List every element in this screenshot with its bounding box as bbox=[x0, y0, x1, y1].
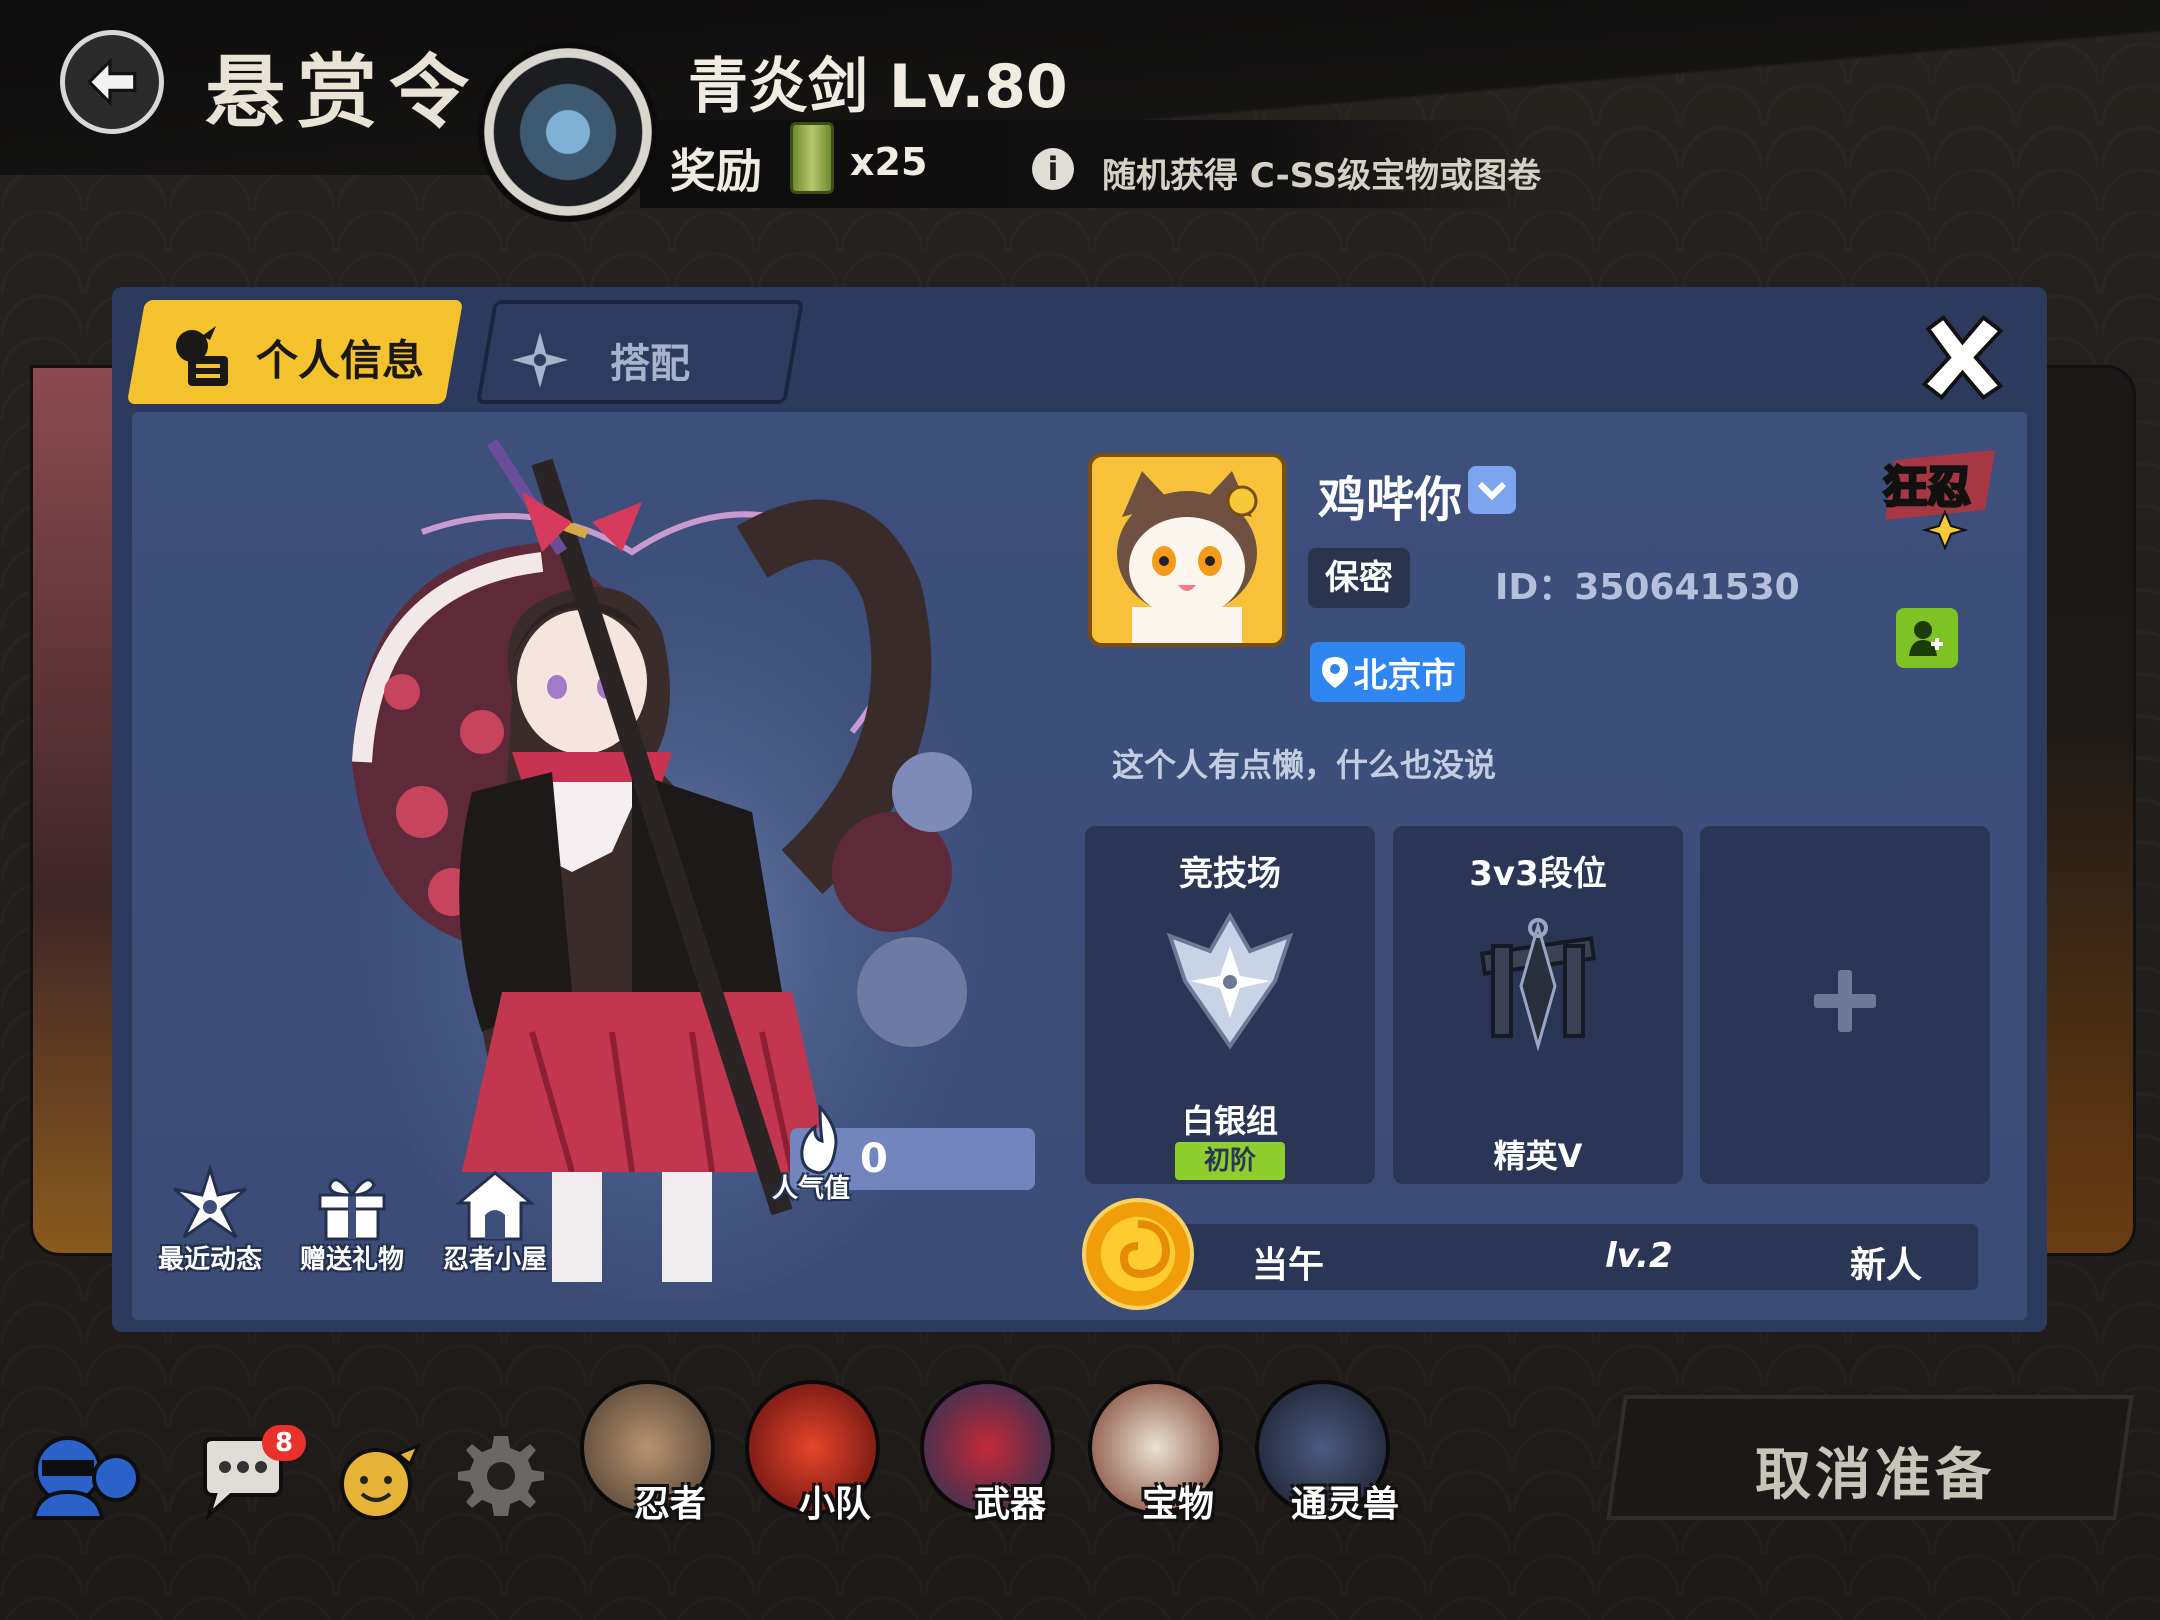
guild-level: lv.2 bbox=[1605, 1236, 1673, 1276]
right-peek-card[interactable] bbox=[2040, 365, 2136, 1256]
ninja-card-icon bbox=[176, 326, 228, 386]
add-friend-button[interactable] bbox=[1896, 608, 1958, 668]
nav-ninja-label: 忍者 bbox=[633, 1484, 706, 1525]
tab-personal-info-label: 个人信息 bbox=[256, 335, 425, 385]
add-card-slot[interactable] bbox=[1700, 826, 1990, 1184]
guild-name: 当午 bbox=[1252, 1245, 1325, 1286]
3v3-rank-card[interactable]: 3v3段位 精英V bbox=[1393, 826, 1683, 1184]
plus-icon bbox=[1814, 970, 1876, 1032]
reward-label: 奖励 bbox=[670, 144, 762, 198]
send-gift-button[interactable]: 赠送礼物 bbox=[287, 1165, 417, 1276]
gender-tag: 保密 bbox=[1308, 548, 1410, 608]
kunai-emblem-icon bbox=[1479, 918, 1597, 1052]
nav-summon-beast-label: 通灵兽 bbox=[1290, 1484, 1399, 1525]
reward-description: 随机获得 C-SS级宝物或图卷 bbox=[1102, 156, 1542, 196]
send-gift-label: 赠送礼物 bbox=[299, 1245, 404, 1275]
arrow-left-icon bbox=[87, 57, 137, 107]
quest-name: 青炎剑 Lv.80 bbox=[688, 52, 1068, 122]
gear-icon[interactable] bbox=[458, 1430, 544, 1516]
nav-weapon[interactable]: 武器 bbox=[920, 1370, 1070, 1525]
recent-activity-label: 最近动态 bbox=[157, 1245, 262, 1275]
rank-logo: 狂忍 bbox=[1875, 440, 2015, 551]
close-icon[interactable] bbox=[1915, 310, 2010, 405]
arena-card-title: 竞技场 bbox=[1179, 854, 1281, 894]
popularity-value: 0 bbox=[860, 1136, 888, 1182]
arena-rank: 白银组 bbox=[1181, 1102, 1278, 1140]
nav-treasure[interactable]: 宝物 bbox=[1088, 1370, 1238, 1525]
user-id: ID：350641530 bbox=[1495, 567, 1800, 608]
page-title: 悬赏令 bbox=[205, 45, 481, 139]
add-friend-icon bbox=[1909, 621, 1943, 656]
quest-medal-icon bbox=[478, 42, 658, 222]
info-icon[interactable]: i bbox=[1032, 148, 1074, 190]
avatar[interactable] bbox=[1088, 453, 1286, 647]
swirl-icon bbox=[1119, 1220, 1171, 1279]
nav-ninja[interactable]: 忍者 bbox=[580, 1370, 730, 1525]
location-text: 北京市 bbox=[1353, 655, 1456, 696]
shuriken-tab-icon bbox=[512, 332, 568, 388]
chat-badge: 8 bbox=[262, 1425, 306, 1461]
nav-squad[interactable]: 小队 bbox=[745, 1370, 895, 1525]
vip-badge bbox=[1468, 466, 1516, 514]
cancel-ready-label: 取消准备 bbox=[1755, 1443, 1995, 1508]
3v3-rank: 精英V bbox=[1493, 1137, 1583, 1175]
flame-icon bbox=[800, 1105, 838, 1175]
smiley-icon[interactable] bbox=[332, 1440, 424, 1520]
guild-medal-icon bbox=[1082, 1198, 1194, 1310]
tab-loadout-label: 搭配 bbox=[610, 341, 690, 387]
popularity-label: 人气值 bbox=[772, 1174, 851, 1204]
3v3-card-title: 3v3段位 bbox=[1469, 854, 1607, 894]
arena-tier-badge: 初阶 bbox=[1175, 1142, 1285, 1180]
tab-loadout-content: 搭配 bbox=[510, 330, 690, 390]
cat-avatar-icon bbox=[1092, 457, 1282, 643]
scroll-icon bbox=[790, 122, 834, 194]
bio: 这个人有点懒，什么也没说 bbox=[1112, 746, 1497, 784]
reward-count: x25 bbox=[850, 140, 928, 184]
location-tag: 北京市 bbox=[1310, 642, 1465, 702]
arena-card[interactable]: 竞技场 白银组 初阶 bbox=[1085, 826, 1375, 1184]
ninja-house-button[interactable]: 忍者小屋 bbox=[430, 1165, 560, 1276]
recent-activity-button[interactable]: 最近动态 bbox=[145, 1165, 275, 1276]
house-icon bbox=[455, 1171, 535, 1241]
tab-personal-info-content: 个人信息 bbox=[166, 322, 424, 392]
silver-shuriken-icon bbox=[1166, 911, 1294, 1050]
nav-weapon-label: 武器 bbox=[973, 1484, 1046, 1525]
location-pin-icon bbox=[1321, 657, 1348, 688]
friends-icon[interactable] bbox=[28, 1430, 143, 1520]
rank-logo-icon: 狂忍 bbox=[1882, 450, 1995, 551]
shuriken-icon bbox=[173, 1165, 247, 1239]
back-button[interactable] bbox=[60, 30, 164, 134]
ninja-house-label: 忍者小屋 bbox=[442, 1245, 547, 1275]
username: 鸡哔你 bbox=[1318, 472, 1463, 528]
nav-treasure-label: 宝物 bbox=[1141, 1484, 1214, 1525]
chevron-down-icon bbox=[1477, 481, 1507, 501]
nav-summon-beast[interactable]: 通灵兽 bbox=[1255, 1370, 1405, 1525]
gift-icon bbox=[318, 1178, 386, 1241]
nav-squad-label: 小队 bbox=[798, 1484, 871, 1525]
guild-role: 新人 bbox=[1850, 1245, 1923, 1286]
rank-logo-text: 狂忍 bbox=[1883, 462, 1971, 513]
